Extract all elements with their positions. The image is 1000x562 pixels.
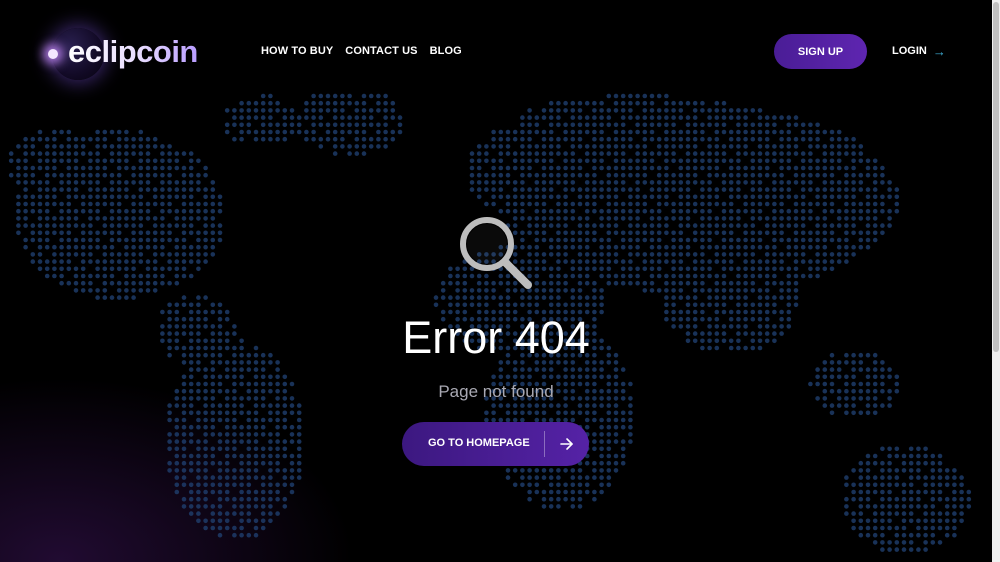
main-nav: HOW TO BUY CONTACT US BLOG <box>261 45 462 57</box>
nav-blog[interactable]: BLOG <box>430 45 462 57</box>
error-subtitle: Page not found <box>438 382 554 401</box>
scrollbar[interactable] <box>992 0 1000 562</box>
logo[interactable]: eclipcoin <box>40 26 210 82</box>
error-title: Error 404 <box>402 312 590 363</box>
scrollbar-thumb[interactable] <box>993 2 999 352</box>
logo-spark-icon <box>48 49 58 59</box>
sign-up-button[interactable]: SIGN UP <box>774 34 867 69</box>
button-divider <box>544 431 545 457</box>
search-icon <box>460 217 532 289</box>
logo-wordmark: eclipcoin <box>68 34 198 69</box>
arrow-right-icon <box>560 438 573 450</box>
nav-contact-us[interactable]: CONTACT US <box>345 45 417 57</box>
login-link[interactable]: LOGIN → <box>892 43 946 59</box>
go-to-homepage-button[interactable]: GO TO HOMEPAGE <box>402 422 589 466</box>
login-label: LOGIN <box>892 45 927 57</box>
arrow-right-icon: → <box>932 43 946 59</box>
error-page: eclipcoin HOW TO BUY CONTACT US BLOG SIG… <box>0 0 992 562</box>
nav-how-to-buy[interactable]: HOW TO BUY <box>261 45 333 57</box>
go-to-homepage-label: GO TO HOMEPAGE <box>428 437 530 449</box>
